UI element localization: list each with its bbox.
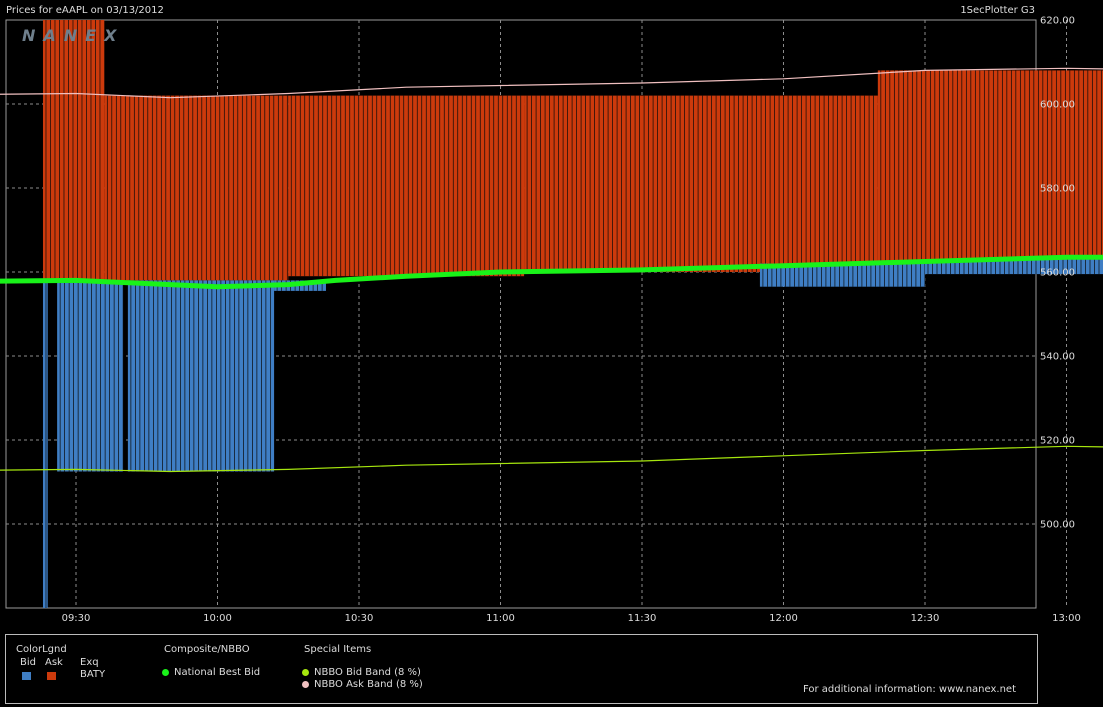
- national-best-bid-label: National Best Bid: [174, 667, 261, 678]
- y-tick-label: 520.00: [1040, 436, 1075, 447]
- ask-bar: [104, 95, 289, 281]
- exq-label: Exq: [80, 657, 99, 668]
- color-legend-title: ColorLgnd: [16, 644, 67, 655]
- bid-bar: [57, 280, 124, 472]
- info-link[interactable]: For additional information: www.nanex.ne…: [803, 684, 1016, 695]
- x-tick-label: 13:00: [1052, 613, 1081, 624]
- x-tick-label: 10:30: [345, 613, 374, 624]
- y-tick-label: 560.00: [1040, 268, 1075, 279]
- x-tick-label: 11:30: [628, 613, 657, 624]
- legend-panel: ColorLgnd Bid Ask Exq BATY Composite/NBB…: [5, 634, 1038, 704]
- x-tick-label: 10:00: [203, 613, 232, 624]
- y-tick-label: 600.00: [1040, 100, 1075, 111]
- x-tick-label: 09:30: [62, 613, 91, 624]
- ask-swatch: [47, 672, 56, 680]
- bid-band-label: NBBO Bid Band (8 %): [314, 667, 421, 678]
- ask-band-marker: [302, 681, 309, 688]
- bid-swatch: [22, 672, 31, 680]
- price-chart: 500.00 520.00 540.00 560.00 580.00 600.00 620.…: [0, 16, 1103, 624]
- nanex-logo: NANEX: [22, 26, 125, 45]
- x-tick-label: 12:00: [769, 613, 798, 624]
- y-tick-label: 620.00: [1040, 16, 1075, 27]
- ask-bar: [288, 95, 525, 277]
- special-items-title: Special Items: [304, 644, 372, 655]
- x-tick-label: 12:30: [911, 613, 940, 624]
- exchange-list: BATY: [80, 669, 106, 680]
- ask-label: Ask: [45, 657, 63, 668]
- x-tick-label: 11:00: [486, 613, 515, 624]
- x-axis-ticks: 09:30 10:00 10:30 11:00 11:30 12:00 12:30 13:00…: [62, 613, 1081, 624]
- bid-band-marker: [302, 669, 309, 676]
- bid-label: Bid: [20, 657, 36, 668]
- y-tick-label: 540.00: [1040, 352, 1075, 363]
- composite-title: Composite/NBBO: [164, 644, 250, 655]
- bid-bar: [42, 280, 48, 608]
- ask-bar: [42, 20, 105, 281]
- y-tick-label: 580.00: [1040, 184, 1075, 195]
- ask-bar: [524, 95, 878, 272]
- ask-band-label: NBBO Ask Band (8 %): [314, 679, 423, 690]
- y-tick-label: 500.00: [1040, 520, 1075, 531]
- national-best-bid-marker: [162, 669, 169, 676]
